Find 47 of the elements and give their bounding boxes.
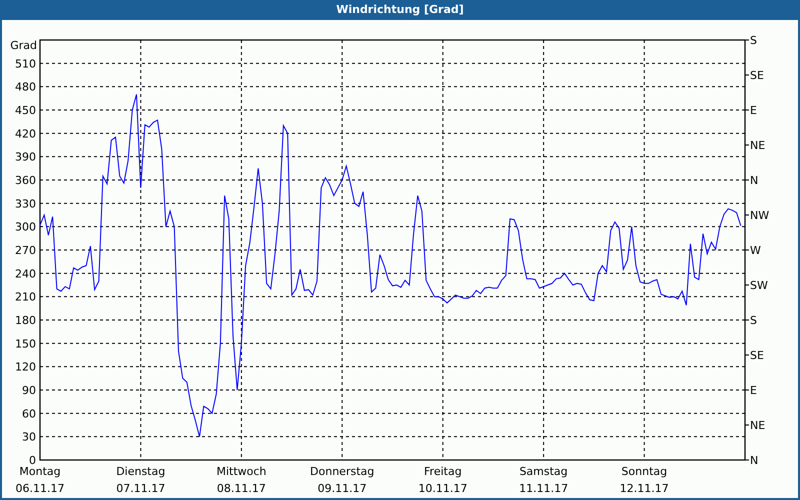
direction-label: SW bbox=[750, 279, 768, 292]
direction-label: SE bbox=[750, 69, 764, 82]
direction-label: NE bbox=[750, 139, 766, 152]
day-label: Montag bbox=[19, 465, 61, 478]
y-axis-label: 480 bbox=[15, 80, 36, 94]
direction-label: SE bbox=[750, 349, 764, 362]
y-axis-label: 420 bbox=[15, 127, 36, 140]
date-label: 09.11.17 bbox=[318, 482, 367, 495]
date-label: 11.11.17 bbox=[519, 482, 568, 495]
day-label: Freitag bbox=[424, 465, 462, 478]
direction-label: E bbox=[750, 384, 757, 397]
y-axis-label: 210 bbox=[15, 290, 36, 304]
direction-label: N bbox=[750, 174, 758, 187]
y-axis-label: 360 bbox=[15, 174, 36, 187]
day-label: Sonntag bbox=[621, 465, 668, 478]
y-axis-label: 510 bbox=[15, 57, 36, 70]
y-axis-label: 240 bbox=[15, 267, 36, 280]
y-axis-label: 150 bbox=[15, 337, 36, 350]
y-axis-title: Grad bbox=[10, 39, 37, 52]
day-label: Donnerstag bbox=[310, 465, 374, 478]
y-axis-label: 330 bbox=[15, 197, 36, 210]
direction-label: S bbox=[750, 314, 757, 327]
y-axis-label: 300 bbox=[15, 220, 36, 234]
direction-label: E bbox=[750, 104, 757, 117]
day-label: Mittwoch bbox=[216, 465, 266, 478]
date-label: 10.11.17 bbox=[418, 482, 468, 495]
y-axis-label: 390 bbox=[15, 150, 36, 164]
direction-label: S bbox=[750, 34, 757, 47]
y-axis-label: 120 bbox=[15, 360, 36, 374]
y-axis-label: 30 bbox=[22, 430, 36, 444]
direction-label: NE bbox=[750, 419, 766, 432]
date-label: 08.11.17 bbox=[216, 482, 266, 495]
direction-label: W bbox=[750, 244, 761, 257]
direction-label: NW bbox=[750, 209, 770, 222]
window-title: Windrichtung [Grad] bbox=[335, 2, 465, 18]
date-label: 12.11.17 bbox=[620, 482, 669, 495]
y-axis-label: 90 bbox=[22, 384, 36, 397]
direction-label: N bbox=[750, 454, 758, 467]
y-axis-label: 450 bbox=[15, 104, 36, 117]
y-axis-label: 180 bbox=[15, 314, 36, 327]
y-axis-label: 270 bbox=[15, 244, 36, 257]
day-label: Samstag bbox=[519, 465, 568, 478]
y-axis-label: 0 bbox=[29, 454, 36, 467]
day-label: Dienstag bbox=[116, 465, 166, 478]
y-axis-label: 60 bbox=[22, 407, 36, 420]
date-label: 06.11.17 bbox=[16, 482, 64, 495]
date-label: 07.11.17 bbox=[116, 482, 166, 495]
